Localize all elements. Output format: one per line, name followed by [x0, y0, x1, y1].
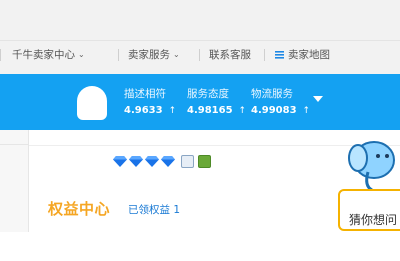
diamond-icon — [113, 156, 127, 167]
claimed-rights-link[interactable]: 已领权益 1 — [128, 202, 180, 217]
menu-icon — [275, 51, 284, 59]
nav-seller-service[interactable]: 卖家服务 ⌄ — [128, 47, 180, 63]
arrow-up-icon: ↑ — [302, 106, 311, 116]
score-logistics-service: 物流服务 4.99083 ↑ — [251, 88, 310, 118]
score-number: 4.98165 — [187, 105, 233, 116]
page-bottom — [0, 232, 400, 261]
nav-seller-service-label: 卖家服务 — [128, 49, 170, 61]
arrow-up-icon: ↑ — [238, 106, 247, 116]
score-value: 4.98165 ↑ — [187, 104, 246, 118]
shop-avatar[interactable] — [77, 86, 107, 120]
score-label: 描述相符 — [124, 88, 166, 100]
rights-center-title: 权益中心 — [48, 200, 111, 218]
score-value: 4.9633 ↑ — [124, 104, 176, 118]
nav-separator — [118, 49, 119, 61]
nav-separator — [264, 49, 265, 61]
score-number: 4.9633 — [124, 105, 163, 116]
nav-contact-support-label: 联系客服 — [209, 49, 251, 61]
nav-contact-support[interactable]: 联系客服 — [209, 47, 251, 63]
chevron-down-icon: ⌄ — [173, 50, 180, 59]
nav-separator — [0, 49, 1, 61]
id-verified-badge-icon[interactable] — [181, 155, 194, 168]
gold-seller-badge-icon[interactable] — [198, 155, 211, 168]
chevron-down-icon: ⌄ — [78, 50, 85, 59]
nav-separator — [199, 49, 200, 61]
nav-seller-map[interactable]: 卖家地图 — [275, 47, 330, 63]
score-number: 4.99083 — [251, 105, 297, 116]
diamond-icon — [129, 156, 143, 167]
caret-down-icon[interactable] — [313, 96, 323, 102]
nav-seller-map-label: 卖家地图 — [288, 49, 330, 61]
nav-seller-center-label: 千牛卖家中心 — [12, 49, 75, 61]
score-label: 物流服务 — [251, 88, 293, 100]
score-value: 4.99083 ↑ — [251, 104, 310, 118]
arrow-up-icon: ↑ — [168, 106, 177, 116]
nav-divider-line — [0, 40, 400, 41]
score-description-match: 描述相符 4.9633 ↑ — [124, 88, 176, 118]
score-service-attitude: 服务态度 4.98165 ↑ — [187, 88, 246, 118]
diamond-icon — [161, 156, 175, 167]
nav-seller-center[interactable]: 千牛卖家中心 ⌄ — [12, 47, 85, 63]
diamond-icon — [145, 156, 159, 167]
score-label: 服务态度 — [187, 88, 229, 100]
guess-question-label[interactable]: 猜你想问 — [349, 211, 397, 228]
credit-rating — [113, 155, 211, 168]
